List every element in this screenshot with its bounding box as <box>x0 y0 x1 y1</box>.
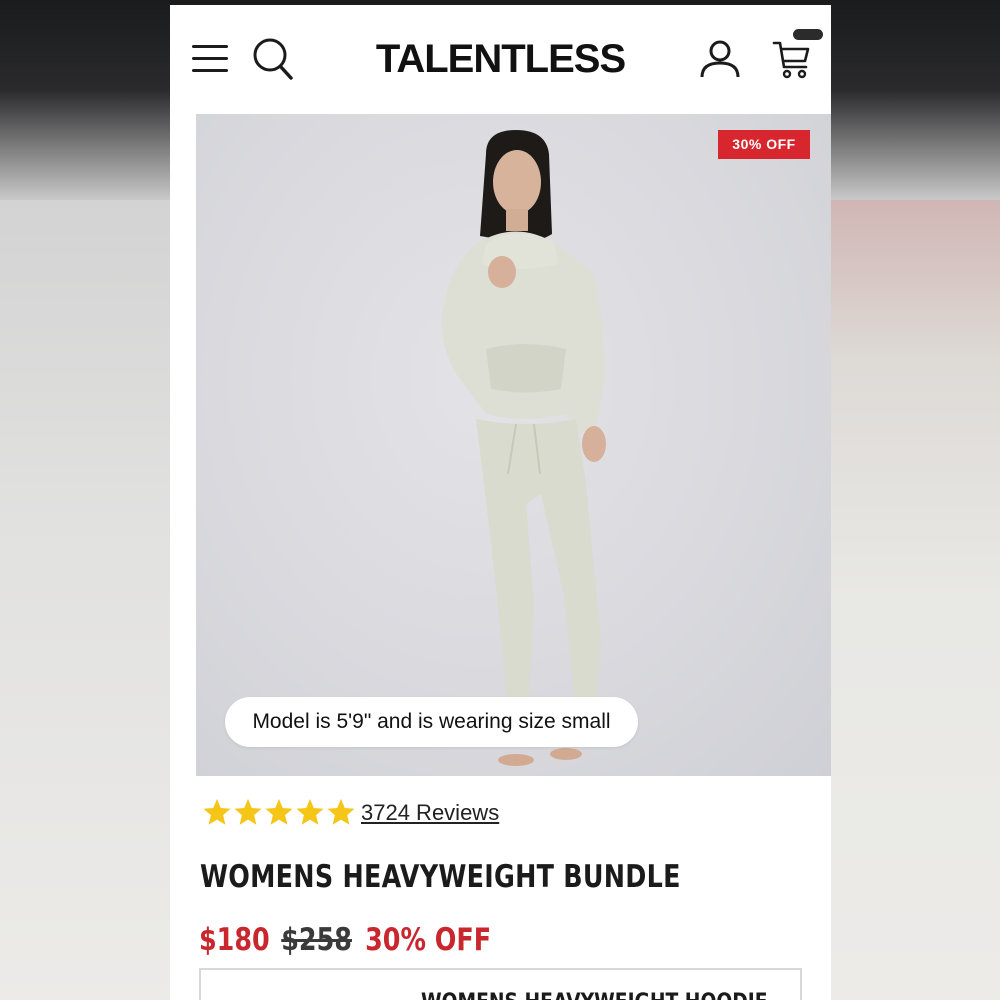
bundle-item-option[interactable]: WOMENS HEAVYWEIGHT HOODIE <box>199 968 802 1000</box>
site-header: TALENTLESS <box>170 5 831 114</box>
discount-label: 30% OFF <box>365 922 492 958</box>
cart-count-badge[interactable] <box>793 29 823 40</box>
background-left <box>0 200 170 1000</box>
user-account-icon[interactable] <box>700 39 740 79</box>
star-icon <box>234 798 262 825</box>
search-icon[interactable] <box>252 37 294 81</box>
product-title: WOMENS HEAVYWEIGHT BUNDLE <box>200 859 681 895</box>
star-icon <box>203 798 231 825</box>
shopping-cart-icon[interactable] <box>772 35 812 81</box>
product-rating[interactable]: 3724 Reviews <box>202 797 602 829</box>
product-image[interactable]: 30% OFF Model is 5'9" and is wearing siz… <box>196 114 831 776</box>
product-page: TALENTLESS 30% OFF Model is 5'9" and is … <box>170 5 831 1000</box>
star-icon <box>327 798 355 825</box>
reviews-link[interactable]: 3724 Reviews <box>361 800 499 826</box>
star-icon <box>296 798 324 825</box>
price-row: $180 $258 30% OFF <box>199 918 691 962</box>
bundle-item-label: WOMENS HEAVYWEIGHT HOODIE <box>421 990 768 1000</box>
original-price: $258 <box>281 922 352 958</box>
background-right <box>830 200 1000 1000</box>
discount-badge: 30% OFF <box>718 130 810 159</box>
star-icon <box>265 798 293 825</box>
brand-logo[interactable]: TALENTLESS <box>373 37 628 81</box>
hamburger-menu-icon[interactable] <box>192 45 228 73</box>
sale-price: $180 <box>199 922 270 958</box>
model-photo <box>441 130 606 766</box>
model-size-note: Model is 5'9" and is wearing size small <box>225 697 638 747</box>
